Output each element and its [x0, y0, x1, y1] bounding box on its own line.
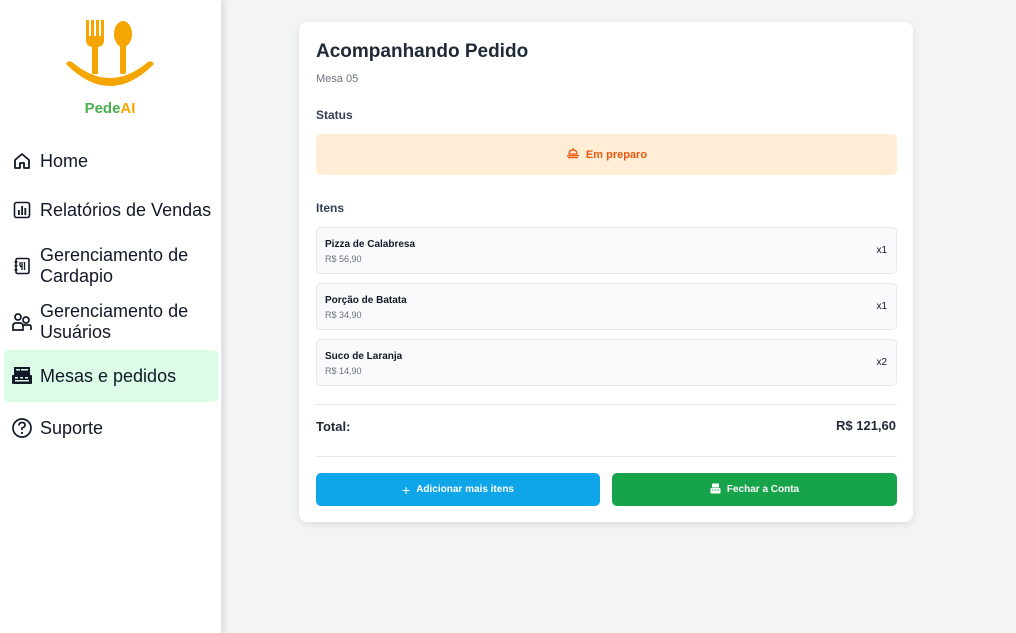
item-price: R$ 56,90	[325, 254, 362, 264]
item-name: Pizza de Calabresa	[325, 239, 416, 250]
add-items-label: Adicionar mais itens	[416, 484, 514, 495]
item-qty: x1	[876, 245, 887, 256]
sidebar-nav: Home Relatórios de Vendas Gerenciamento …	[4, 140, 218, 454]
sidebar-item-usuarios[interactable]: Gerenciamento de Usuários	[4, 294, 218, 350]
sidebar-item-relatorios[interactable]: Relatórios de Vendas	[4, 182, 218, 238]
divider	[316, 404, 897, 405]
total-value: R$ 121,60	[836, 418, 896, 433]
page-title: Acompanhando Pedido	[316, 41, 529, 62]
users-icon	[10, 310, 34, 334]
app-root: PedeAI Home Relatórios de Vendas Gerenci…	[0, 0, 1016, 633]
sidebar-item-label: Relatórios de Vendas	[40, 199, 212, 220]
sidebar-item-suporte[interactable]: Suporte	[4, 402, 218, 454]
cash-register-icon	[10, 364, 34, 388]
sidebar-item-label: Mesas e pedidos	[40, 365, 177, 386]
cash-register-icon	[710, 483, 721, 497]
cooking-icon	[566, 147, 580, 162]
status-text: Em preparo	[585, 148, 648, 161]
items-section-label: Itens	[316, 201, 345, 215]
sidebar-item-cardapio[interactable]: Gerenciamento de Cardapio	[4, 238, 218, 294]
menu-book-icon	[10, 254, 34, 278]
item-price: R$ 34,90	[325, 310, 362, 320]
item-qty: x2	[876, 357, 887, 368]
fork-spoon-smile-icon	[66, 20, 154, 86]
help-icon	[10, 416, 34, 440]
brand-logo[interactable]: PedeAI	[60, 16, 160, 121]
list-item: Pizza de Calabresa R$ 56,90 x1	[316, 227, 897, 274]
status-badge: Em preparo	[316, 134, 897, 175]
sidebar-item-mesas[interactable]: Mesas e pedidos	[4, 350, 218, 402]
item-qty: x1	[876, 301, 887, 312]
total-label: Total:	[316, 419, 351, 434]
add-items-button[interactable]: + Adicionar mais itens	[316, 473, 600, 506]
brand-name-part2: AI	[120, 100, 136, 117]
sidebar: PedeAI Home Relatórios de Vendas Gerenci…	[0, 0, 222, 633]
sidebar-item-label: Home	[40, 150, 89, 171]
item-name: Porção de Batata	[325, 295, 407, 306]
sidebar-item-label: Gerenciamento de Cardapio	[40, 245, 189, 286]
sidebar-item-label: Suporte	[40, 417, 104, 438]
divider	[316, 456, 897, 457]
close-bill-button[interactable]: Fechar a Conta	[612, 473, 897, 506]
brand-name-part1: Pede	[84, 100, 121, 117]
status-section-label: Status	[316, 108, 353, 122]
order-card: Acompanhando Pedido Mesa 05 Status Em pr…	[299, 22, 913, 522]
home-icon	[10, 149, 34, 173]
sidebar-item-home[interactable]: Home	[4, 140, 218, 182]
sidebar-item-label: Gerenciamento de Usuários	[40, 301, 189, 342]
table-label: Mesa 05	[316, 73, 359, 85]
list-item: Porção de Batata R$ 34,90 x1	[316, 283, 897, 330]
plus-icon: +	[402, 481, 411, 498]
item-price: R$ 14,90	[325, 366, 362, 376]
close-bill-label: Fechar a Conta	[726, 484, 800, 495]
item-name: Suco de Laranja	[325, 351, 403, 362]
list-item: Suco de Laranja R$ 14,90 x2	[316, 339, 897, 386]
chart-icon	[10, 198, 34, 222]
brand-name: PedeAI	[60, 100, 160, 117]
